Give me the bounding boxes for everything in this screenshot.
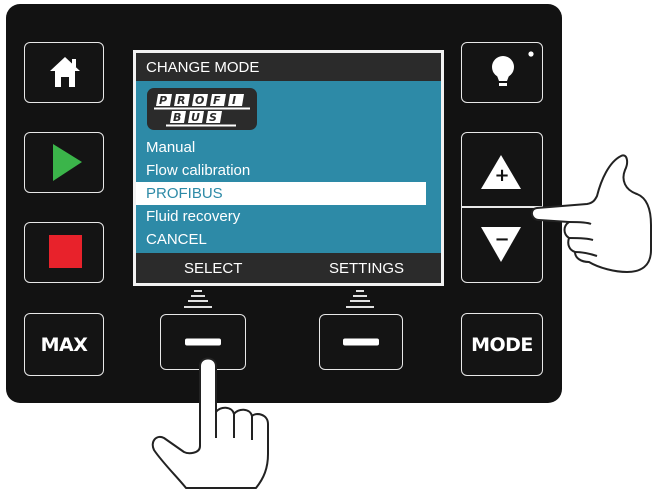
settings-softkey-button[interactable] xyxy=(319,314,403,370)
lcd-screen: CHANGE MODE PRO FI BUS Manual Flow calib… xyxy=(133,50,444,286)
menu-item-profibus[interactable]: PROFIBUS xyxy=(136,182,426,205)
home-icon xyxy=(50,57,80,87)
profibus-logo: PRO FI BUS xyxy=(147,88,257,130)
softkey-bar: SELECT SETTINGS xyxy=(136,253,441,283)
play-icon xyxy=(53,144,82,181)
svg-text:U: U xyxy=(191,111,200,124)
svg-text:R: R xyxy=(177,94,185,107)
pointing-hand-icon xyxy=(531,154,652,273)
softkey-dash xyxy=(185,338,221,346)
lightbulb-icon xyxy=(492,51,534,86)
stop-button[interactable] xyxy=(24,222,104,283)
pump-control-panel: MAX CHANGE MODE PRO FI B U S Manual Flow… xyxy=(6,4,562,403)
softkey-dash xyxy=(343,338,379,346)
run-button[interactable] xyxy=(24,132,104,193)
svg-text:F: F xyxy=(213,94,221,107)
mode-label: MODE xyxy=(471,333,533,356)
svg-text:S: S xyxy=(209,111,217,124)
svg-text:B: B xyxy=(173,111,181,124)
svg-text:P: P xyxy=(159,94,167,107)
screen-body: PRO FI BUS Manual Flow calibration PROFI… xyxy=(136,81,441,253)
menu-item-cancel[interactable]: CANCEL xyxy=(136,228,441,251)
select-softkey-indicator xyxy=(178,288,218,310)
softkey-label-select: SELECT xyxy=(184,260,243,277)
stop-icon xyxy=(49,235,82,268)
pointing-hand-icon xyxy=(151,357,269,489)
max-label: MAX xyxy=(40,333,88,356)
screen-title: CHANGE MODE xyxy=(136,53,441,81)
light-button[interactable] xyxy=(461,42,543,103)
menu-item-manual[interactable]: Manual xyxy=(136,136,441,159)
menu-item-fluid-recovery[interactable]: Fluid recovery xyxy=(136,205,441,228)
home-button[interactable] xyxy=(24,42,104,103)
mode-button[interactable]: MODE xyxy=(461,313,543,376)
settings-softkey-indicator xyxy=(340,288,380,310)
mode-menu: Manual Flow calibration PROFIBUS Fluid r… xyxy=(136,136,441,251)
max-button[interactable]: MAX xyxy=(24,313,104,376)
svg-text:I: I xyxy=(232,94,236,107)
svg-text:O: O xyxy=(195,94,204,107)
softkey-label-settings: SETTINGS xyxy=(329,260,405,277)
menu-item-flow-calibration[interactable]: Flow calibration xyxy=(136,159,441,182)
